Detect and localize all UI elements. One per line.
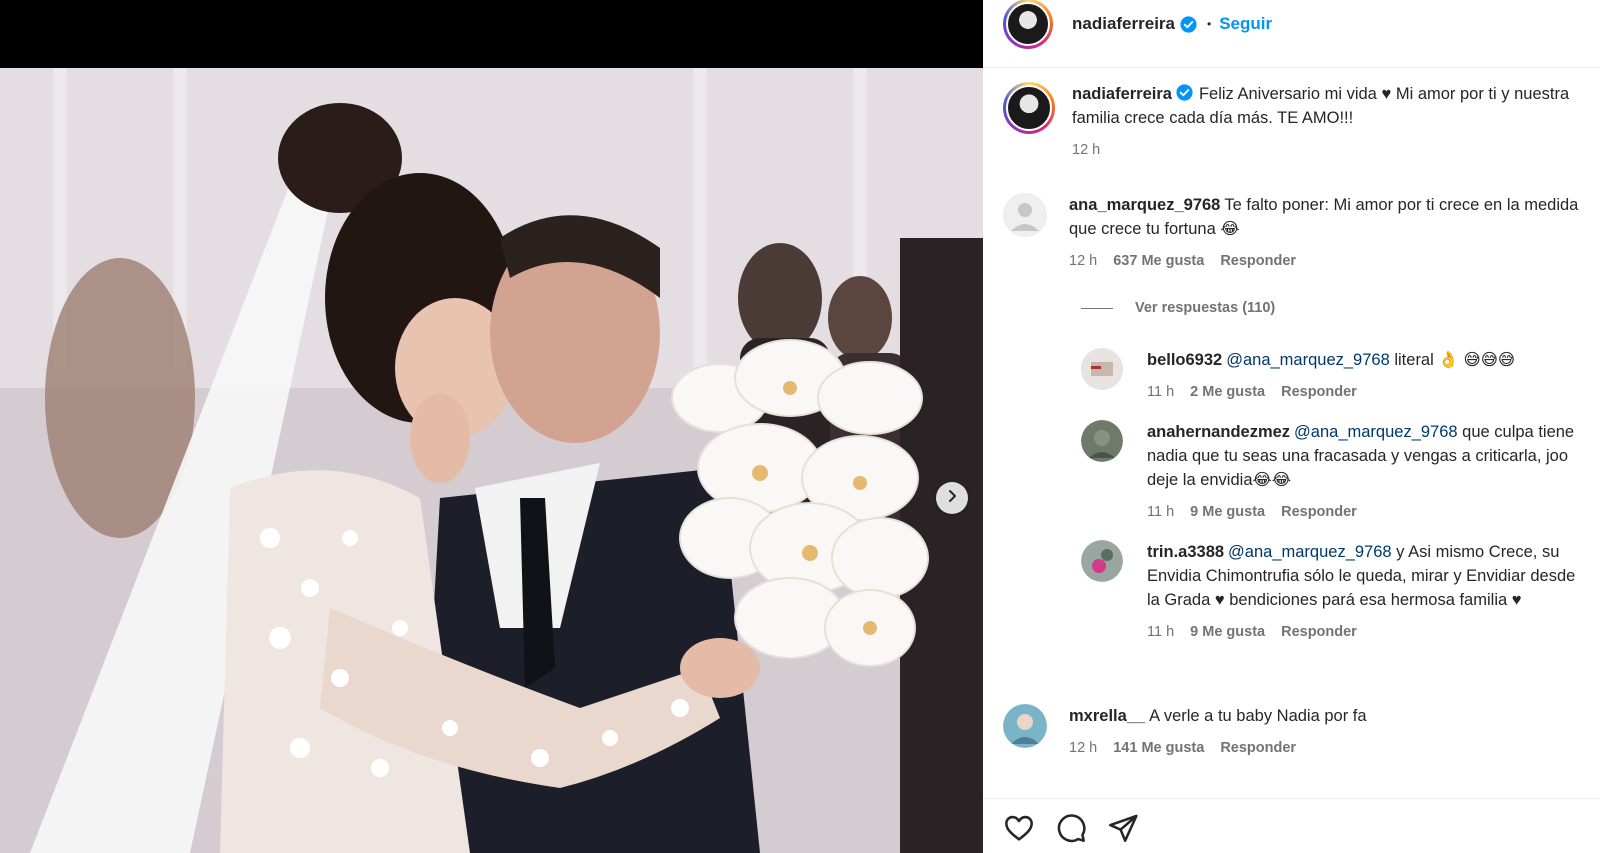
reply-avatar[interactable] — [1081, 348, 1123, 390]
reply-avatar[interactable] — [1081, 540, 1123, 582]
post-actions — [1003, 812, 1139, 844]
comment-time: 12 h — [1069, 253, 1098, 269]
verified-badge-icon — [1176, 84, 1193, 101]
post-side-panel: nadiaferreira • Seguir nadiaferreira Fel… — [983, 0, 1600, 853]
verified-badge-icon — [1180, 15, 1197, 33]
reply-button[interactable]: Responder — [1281, 380, 1357, 404]
comment-item: ana_marquez_9768 Te falto poner: Mi amor … — [1003, 193, 1589, 273]
caption-username[interactable]: nadiaferreira — [1072, 85, 1172, 103]
reply-mention[interactable]: @ana_marquez_9768 — [1228, 543, 1392, 561]
post-photo — [0, 68, 983, 853]
post-caption: nadiaferreira Feliz Aniversario mi vida … — [1003, 82, 1592, 162]
post-header: nadiaferreira • Seguir — [983, 0, 1600, 49]
reply-time: 11 h — [1147, 384, 1175, 400]
chevron-right-icon — [945, 489, 959, 508]
view-replies-label: Ver respuestas (110) — [1135, 300, 1276, 316]
reply-username[interactable]: anahernandezmez — [1147, 423, 1290, 441]
reply-item: bello6932 @ana_marquez_9768 literal 👌 😅😅😅… — [1081, 348, 1577, 404]
comment-username[interactable]: mxrella__ — [1069, 707, 1145, 725]
share-icon[interactable] — [1107, 812, 1139, 844]
comment-icon[interactable] — [1055, 812, 1087, 844]
heart-icon[interactable] — [1003, 812, 1035, 844]
comment-time: 12 h — [1069, 740, 1098, 756]
comment-likes[interactable]: 637 Me gusta — [1113, 249, 1204, 273]
reply-username[interactable]: trin.a3388 — [1147, 543, 1224, 561]
reply-button[interactable]: Responder — [1220, 736, 1296, 760]
wedding-photo-illustration — [0, 68, 983, 853]
comment-username[interactable]: ana_marquez_9768 — [1069, 196, 1220, 214]
comment-item: mxrella__ A verle a tu baby Nadia por fa … — [1003, 704, 1589, 760]
reply-likes[interactable]: 9 Me gusta — [1190, 500, 1265, 524]
comment-likes[interactable]: 141 Me gusta — [1113, 736, 1204, 760]
reply-time: 11 h — [1147, 504, 1175, 520]
reply-text: literal 👌 😅😅😅 — [1389, 351, 1516, 369]
reply-likes[interactable]: 2 Me gusta — [1190, 380, 1265, 404]
view-replies-button[interactable]: Ver respuestas (110) — [1081, 300, 1275, 316]
follow-button[interactable]: Seguir — [1219, 14, 1272, 34]
author-avatar[interactable] — [1003, 0, 1053, 49]
caption-time: 12 h — [1072, 142, 1101, 158]
reply-mention[interactable]: @ana_marquez_9768 — [1294, 423, 1458, 441]
actions-divider — [983, 798, 1600, 799]
author-username[interactable]: nadiaferreira — [1072, 14, 1175, 34]
reply-avatar[interactable] — [1081, 420, 1123, 462]
separator-dot: • — [1207, 17, 1212, 31]
comment-avatar[interactable] — [1003, 193, 1047, 237]
caption-author-avatar[interactable] — [1003, 82, 1055, 134]
reply-button[interactable]: Responder — [1281, 620, 1357, 644]
reply-item: trin.a3388 @ana_marquez_9768 y Asi mismo … — [1081, 540, 1577, 644]
reply-username[interactable]: bello6932 — [1147, 351, 1222, 369]
caption-meta: 12 h — [1072, 138, 1592, 162]
view-replies-line — [1081, 307, 1113, 309]
header-divider — [983, 67, 1600, 68]
comment-text: A verle a tu baby Nadia por fa — [1149, 707, 1367, 725]
reply-item: anahernandezmez @ana_marquez_9768 que cul… — [1081, 420, 1577, 524]
next-image-button[interactable] — [936, 482, 968, 514]
reply-time: 11 h — [1147, 624, 1175, 640]
post-media — [0, 0, 983, 853]
reply-mention[interactable]: @ana_marquez_9768 — [1226, 351, 1390, 369]
reply-button[interactable]: Responder — [1220, 249, 1296, 273]
reply-likes[interactable]: 9 Me gusta — [1190, 620, 1265, 644]
comment-avatar[interactable] — [1003, 704, 1047, 748]
reply-button[interactable]: Responder — [1281, 500, 1357, 524]
